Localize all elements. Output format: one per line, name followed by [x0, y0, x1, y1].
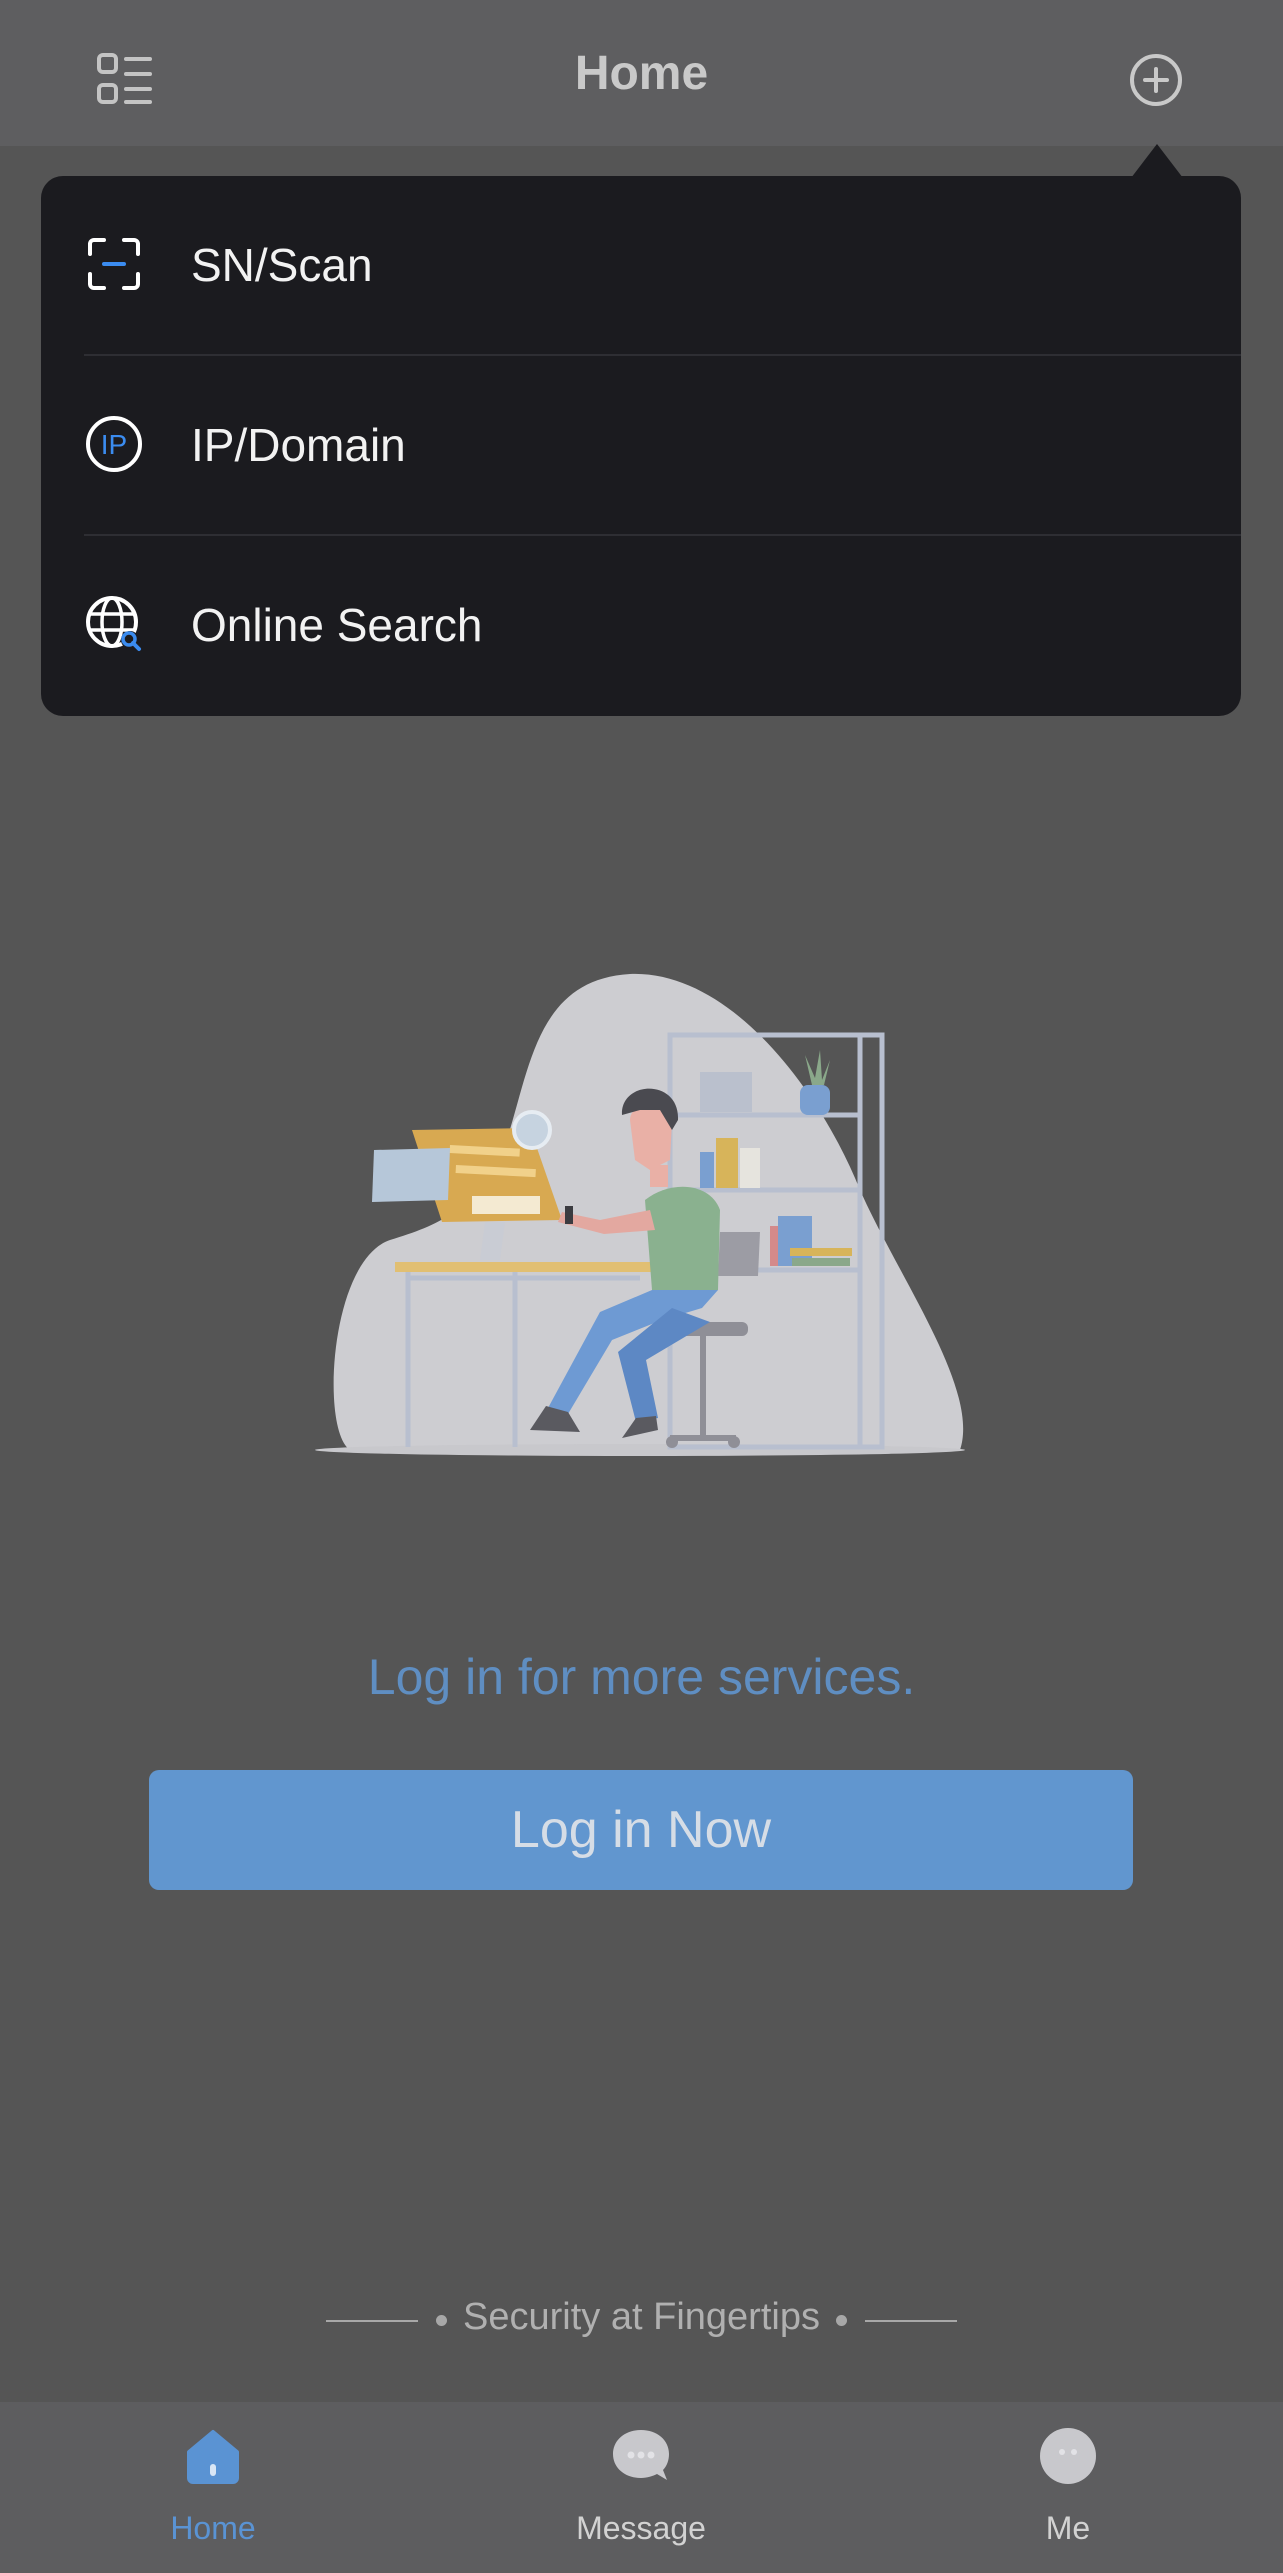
menu-item-sn-scan[interactable]: SN/Scan — [41, 176, 1241, 356]
top-bar: Home — [0, 0, 1283, 146]
slogan-text: Security at Fingertips — [463, 2296, 820, 2338]
tab-me[interactable]: Me — [948, 2402, 1188, 2573]
menu-item-label: IP/Domain — [191, 419, 406, 471]
me-icon — [1040, 2428, 1096, 2484]
home-icon — [187, 2430, 239, 2484]
ip-icon: IP — [86, 416, 142, 472]
tab-home[interactable]: Home — [93, 2402, 333, 2573]
menu-item-label: Online Search — [191, 599, 483, 651]
person-at-desk-illustration — [315, 973, 965, 1456]
menu-item-label: SN/Scan — [191, 239, 373, 291]
tab-message[interactable]: Message — [521, 2402, 761, 2573]
message-icon — [613, 2430, 669, 2480]
login-prompt-text: Log in for more services. — [367, 1649, 916, 1705]
slogan: Security at Fingertips — [0, 2296, 1283, 2346]
dropdown-pointer — [1131, 144, 1183, 178]
add-circle-icon[interactable] — [1128, 52, 1184, 108]
menu-item-online-search[interactable]: Online Search — [41, 536, 1241, 716]
tab-label: Me — [1045, 2510, 1091, 2546]
scan-icon — [88, 238, 140, 290]
bottom-tab-bar: Home Message Me — [0, 2402, 1283, 2573]
svg-text:IP: IP — [101, 429, 127, 460]
menu-item-ip-domain[interactable]: IP IP/Domain — [41, 356, 1241, 536]
login-now-button[interactable]: Log in Now — [149, 1770, 1133, 1890]
tab-label: Message — [576, 2510, 706, 2546]
slogan-line-right — [865, 2320, 957, 2322]
add-device-menu: SN/Scan IP IP/Domain Online Search — [41, 176, 1241, 716]
globe-search-icon — [86, 596, 141, 651]
slogan-dot-right — [836, 2315, 847, 2326]
tab-label: Home — [170, 2510, 256, 2546]
page-title: Home — [574, 47, 709, 100]
